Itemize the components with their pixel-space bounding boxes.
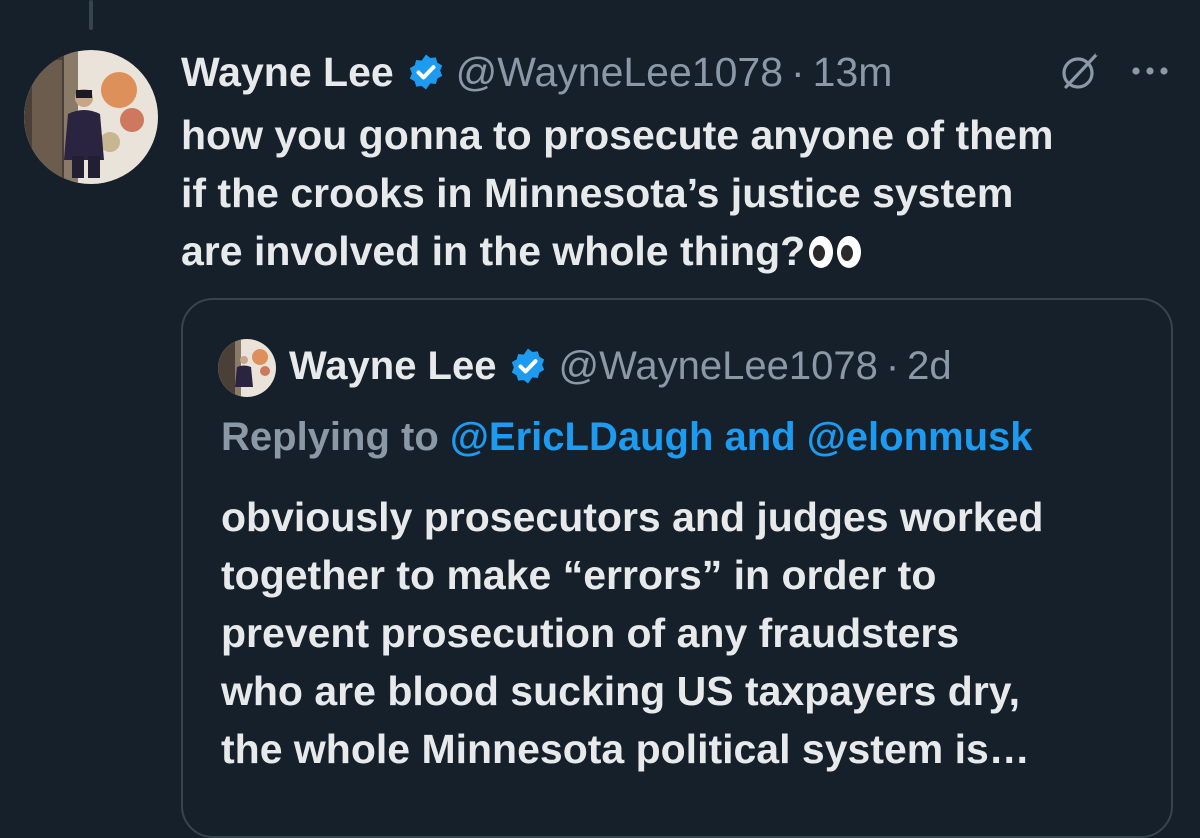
separator-dot: · (791, 48, 805, 95)
author-name[interactable]: Wayne Lee (181, 49, 394, 96)
tweet-body: how you gonna to prosecute anyone of the… (181, 106, 1181, 280)
replying-to-line: Replying to @EricLDaugh and @elonmusk (221, 415, 1033, 460)
quoted-text-line: prevent prosecution of any fraudsters (221, 610, 960, 656)
quoted-tweet-header: Wayne Lee @WayneLee1078 · 2d (289, 340, 952, 392)
replying-to-label: Replying to (221, 415, 439, 459)
quoted-text-line: who are blood sucking US taxpayers dry, (221, 668, 1020, 714)
quoted-author-handle[interactable]: @WayneLee1078 (558, 344, 877, 389)
eyes-emoji-icon (807, 235, 863, 269)
verified-badge-icon[interactable] (508, 346, 548, 386)
tweet-text-line-text: are involved in the whole thing? (181, 228, 806, 274)
mention-link-elonmusk[interactable]: @elonmusk (807, 415, 1033, 459)
thread-connector-line (89, 0, 93, 30)
quoted-avatar-photo (218, 339, 276, 397)
avatar[interactable] (24, 50, 158, 184)
quoted-text-line: obviously prosecutors and judges worked (221, 494, 1044, 540)
more-options-icon[interactable] (1128, 56, 1172, 86)
quoted-text-line: the whole Minnesota political system is… (221, 726, 1030, 772)
quoted-avatar[interactable] (218, 339, 276, 397)
avatar-photo (24, 50, 158, 184)
quoted-author-name[interactable]: Wayne Lee (289, 344, 496, 389)
tweet-text-line: if the crooks in Minnesota’s justice sys… (181, 170, 1014, 216)
tweet-header: Wayne Lee @WayneLee1078 · 13m (181, 46, 892, 98)
mention-joiner: and (724, 415, 796, 459)
separator-dot: · (885, 343, 900, 388)
author-handle[interactable]: @WayneLee1078 (456, 49, 783, 96)
quoted-text-line: together to make “errors” in order to (221, 552, 937, 598)
quoted-tweet-body: obviously prosecutors and judges worked … (221, 488, 1161, 778)
tweet-text-line: are involved in the whole thing? (181, 222, 1181, 280)
mention-link-ericldaugh[interactable]: @EricLDaugh (450, 415, 713, 459)
verified-badge-icon[interactable] (406, 52, 446, 92)
timestamp[interactable]: 13m (813, 49, 893, 96)
tweet-text-line: how you gonna to prosecute anyone of the… (181, 112, 1054, 158)
quoted-timestamp[interactable]: 2d (907, 344, 952, 389)
grok-icon[interactable] (1058, 49, 1102, 93)
